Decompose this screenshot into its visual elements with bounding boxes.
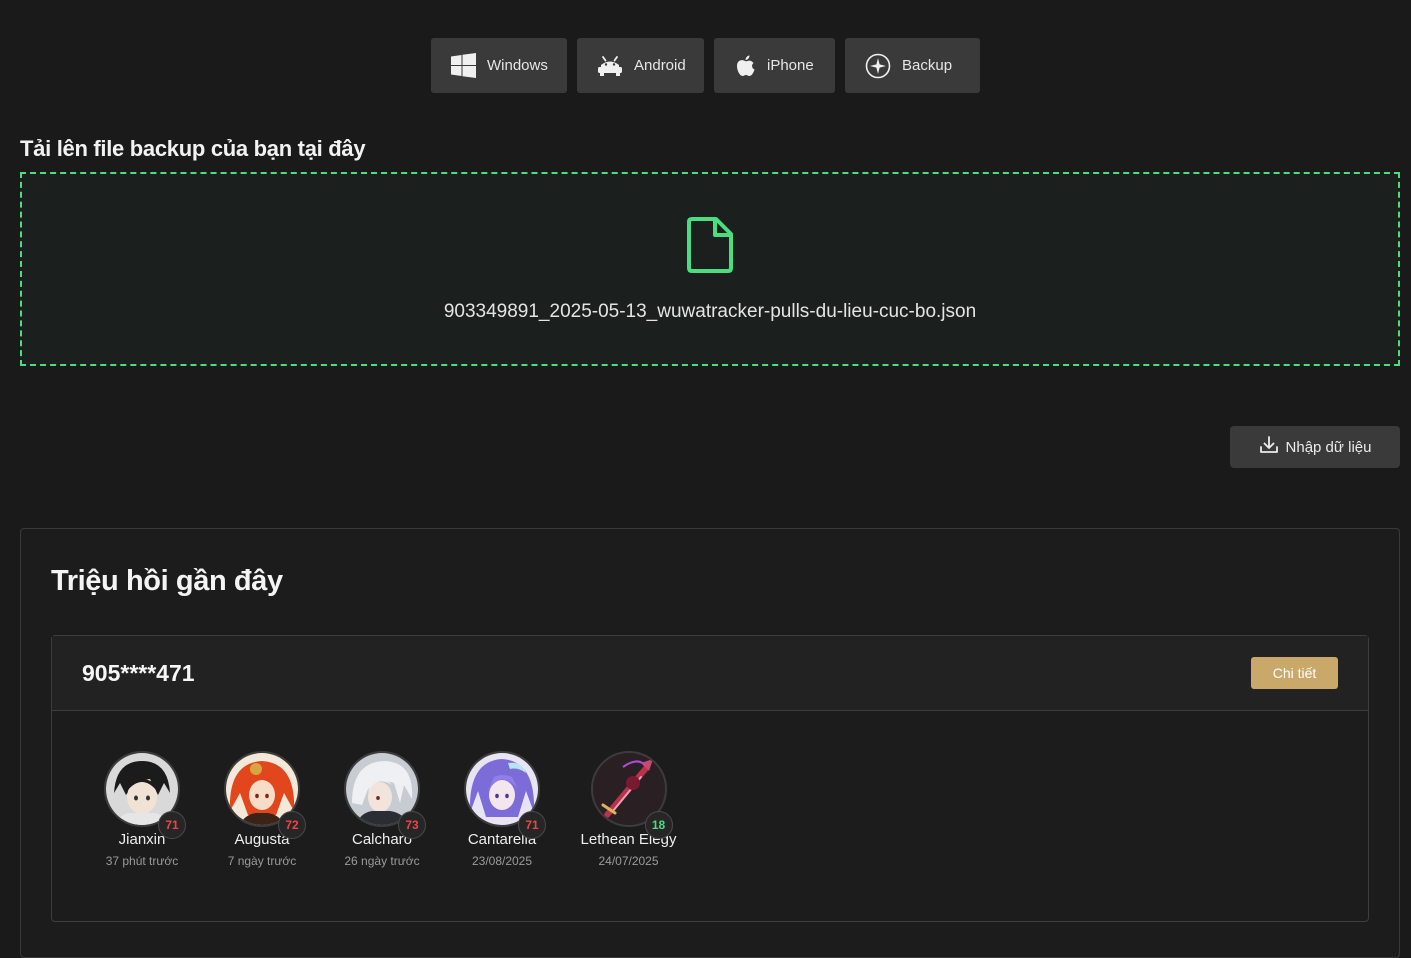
pull-name: Jianxin [118,831,166,848]
file-dropzone[interactable]: 903349891_2025-05-13_wuwatracker-pulls-d… [20,172,1400,366]
file-icon [686,216,734,279]
pity-badge: 73 [398,811,426,839]
selected-file-name: 903349891_2025-05-13_wuwatracker-pulls-d… [443,301,977,322]
upload-title: Tải lên file backup của bạn tại đây [20,136,366,161]
account-card: 905****471 Chi tiết 71 Jianxin 37 phút t… [51,635,1369,922]
backup-label: Backup [902,57,953,74]
android-label: Android [634,57,686,74]
iphone-label: iPhone [767,57,814,74]
account-header: 905****471 Chi tiết [52,636,1368,711]
import-data-label: Nhập dữ liệu [1285,438,1372,456]
pull-time: 26 ngày trước [344,854,420,868]
pull-item[interactable]: 18 Lethean Elegy 24/07/2025 [562,751,695,868]
windows-icon [451,53,476,78]
platform-selector: Windows Android iPhone Backup [0,38,1411,93]
backup-button[interactable]: Backup [845,38,980,93]
download-icon [1259,435,1279,459]
recent-pulls-panel: Triệu hồi gần đây 905****471 Chi tiết 71… [20,528,1400,958]
pity-badge: 71 [158,811,186,839]
windows-label: Windows [487,57,548,74]
backup-icon [865,53,891,79]
pity-badge: 18 [644,811,673,839]
android-button[interactable]: Android [577,38,704,93]
pull-item[interactable]: 71 Cantarella 23/08/2025 [442,751,562,868]
android-icon [597,55,623,77]
recent-pulls-title: Triệu hồi gần đây [51,565,283,597]
pity-badge: 71 [518,811,546,839]
import-data-button[interactable]: Nhập dữ liệu [1230,426,1400,468]
pull-time: 7 ngày trước [227,854,297,868]
pull-item[interactable]: 71 Jianxin 37 phút trước [82,751,202,868]
pull-time: 37 phút trước [105,854,179,868]
detail-button[interactable]: Chi tiết [1251,657,1338,689]
pull-list: 71 Jianxin 37 phút trước 72 Augusta 7 ng… [82,751,695,868]
iphone-button[interactable]: iPhone [714,38,835,93]
windows-button[interactable]: Windows [431,38,567,93]
pull-item[interactable]: 72 Augusta 7 ngày trước [202,751,322,868]
pity-badge: 72 [278,811,306,839]
apple-icon [734,54,756,78]
pull-time: 24/07/2025 [598,854,659,868]
account-id: 905****471 [82,659,195,686]
pull-item[interactable]: 73 Calcharo 26 ngày trước [322,751,442,868]
pull-time: 23/08/2025 [471,854,533,868]
